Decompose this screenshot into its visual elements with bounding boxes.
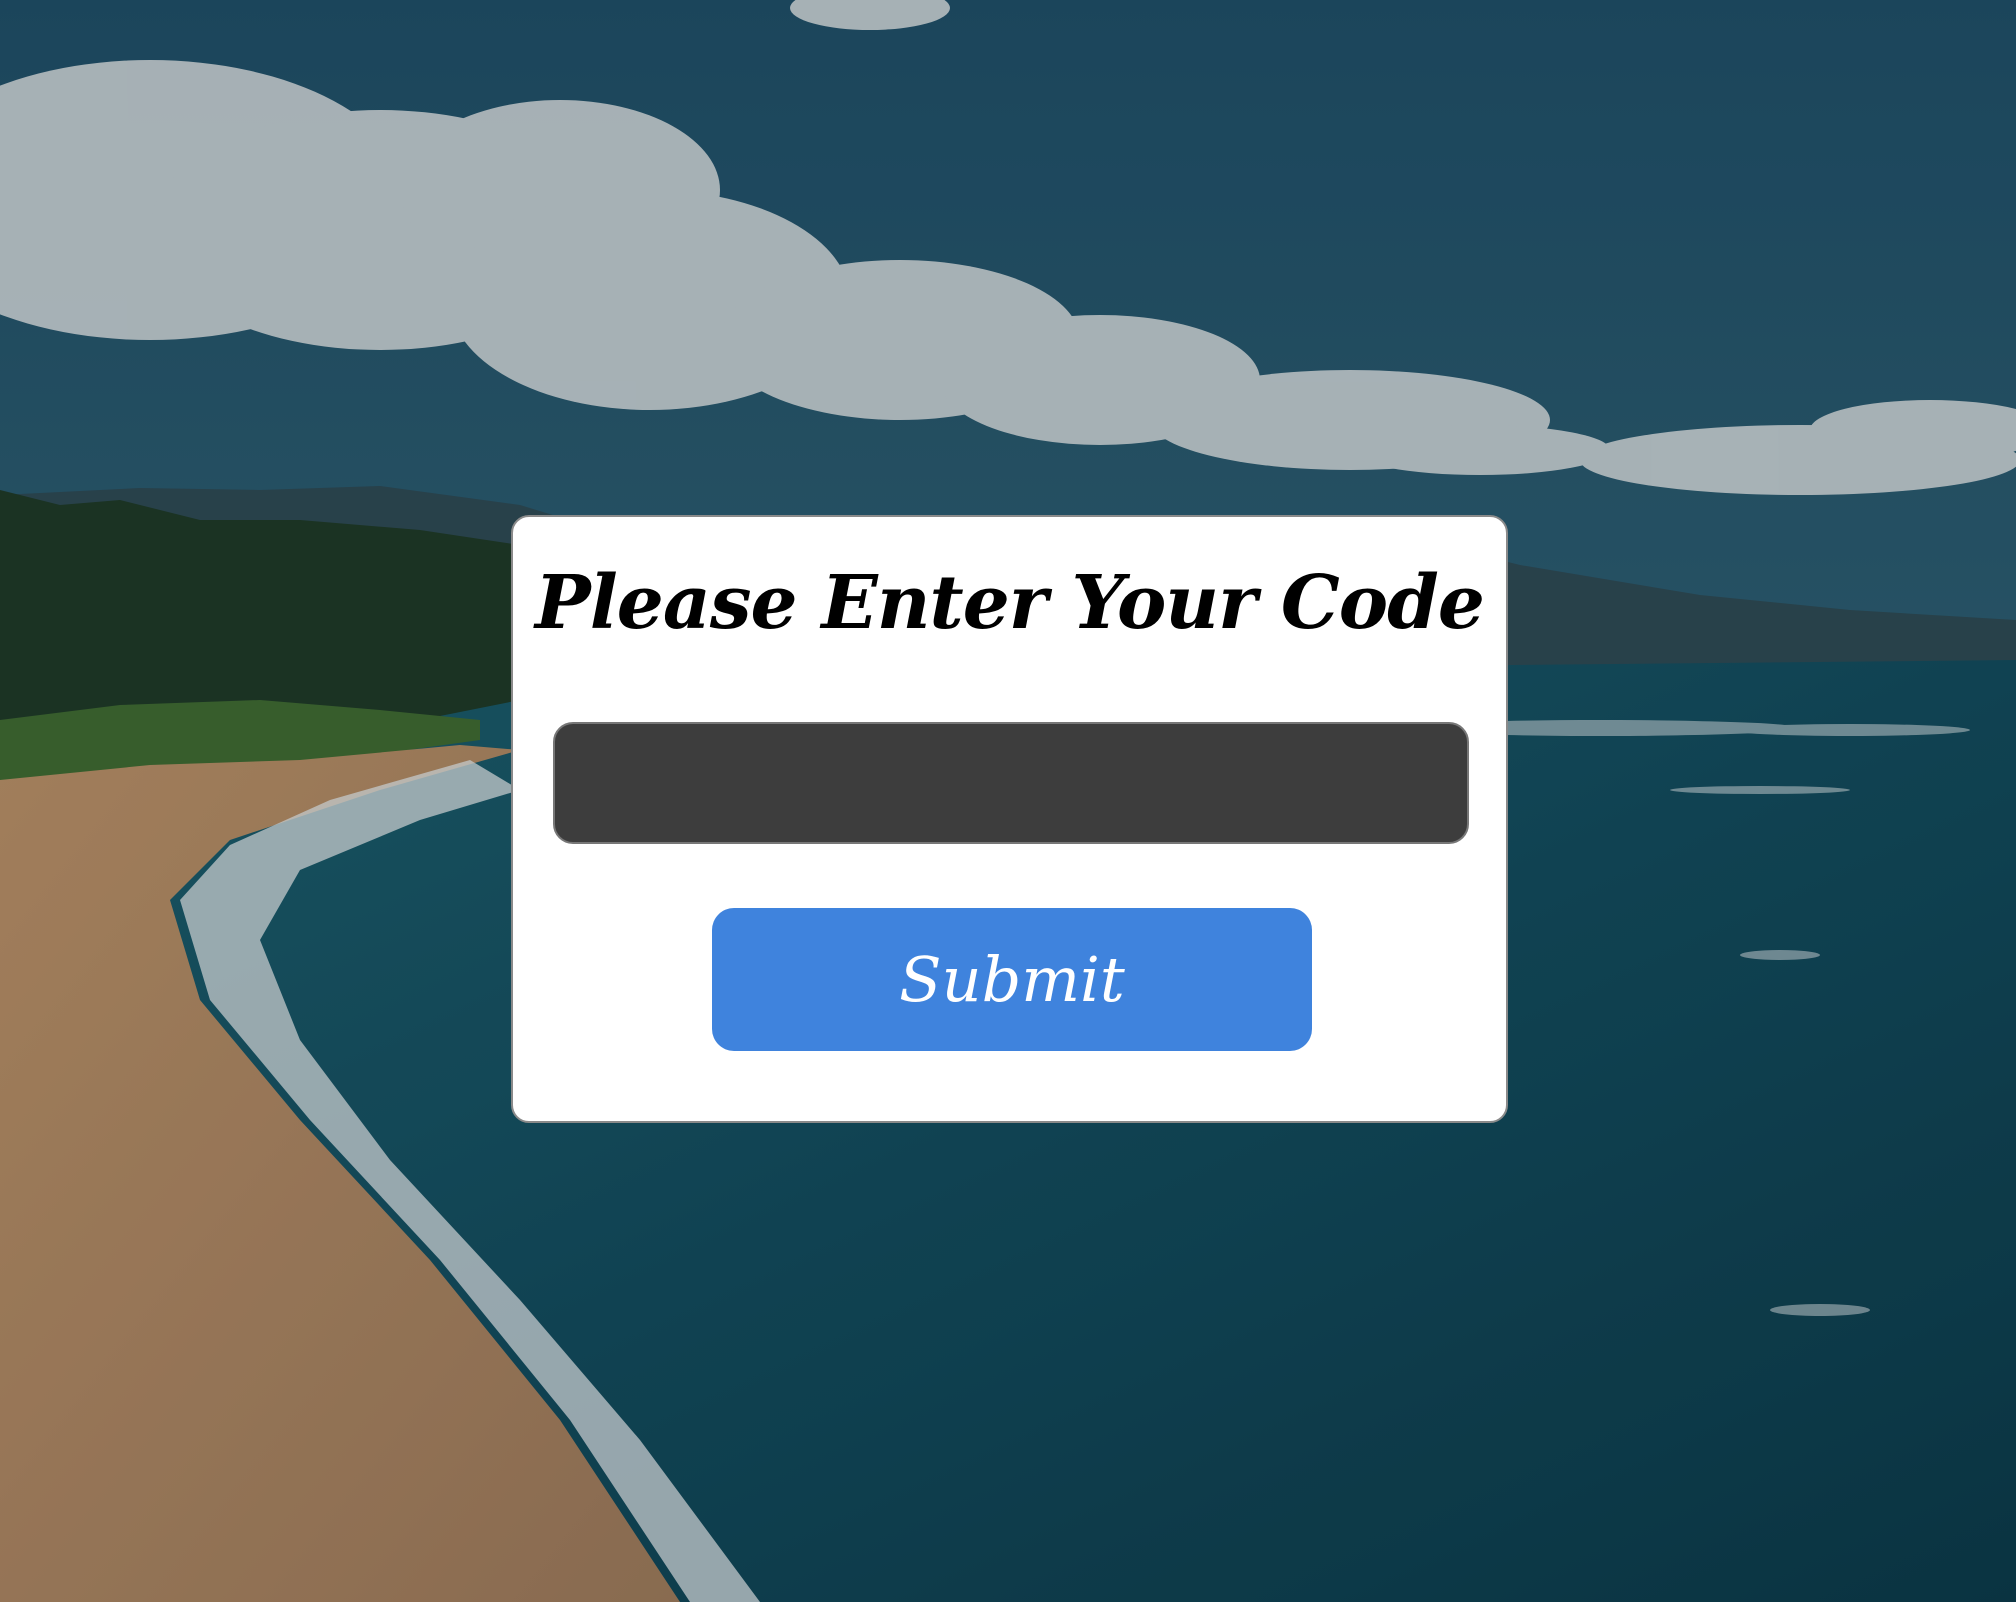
dialog-title: Please Enter Your Code [535, 560, 1485, 646]
code-input[interactable] [553, 722, 1469, 844]
code-entry-dialog: Please Enter Your Code Submit [511, 515, 1508, 1123]
submit-button[interactable]: Submit [712, 908, 1312, 1051]
